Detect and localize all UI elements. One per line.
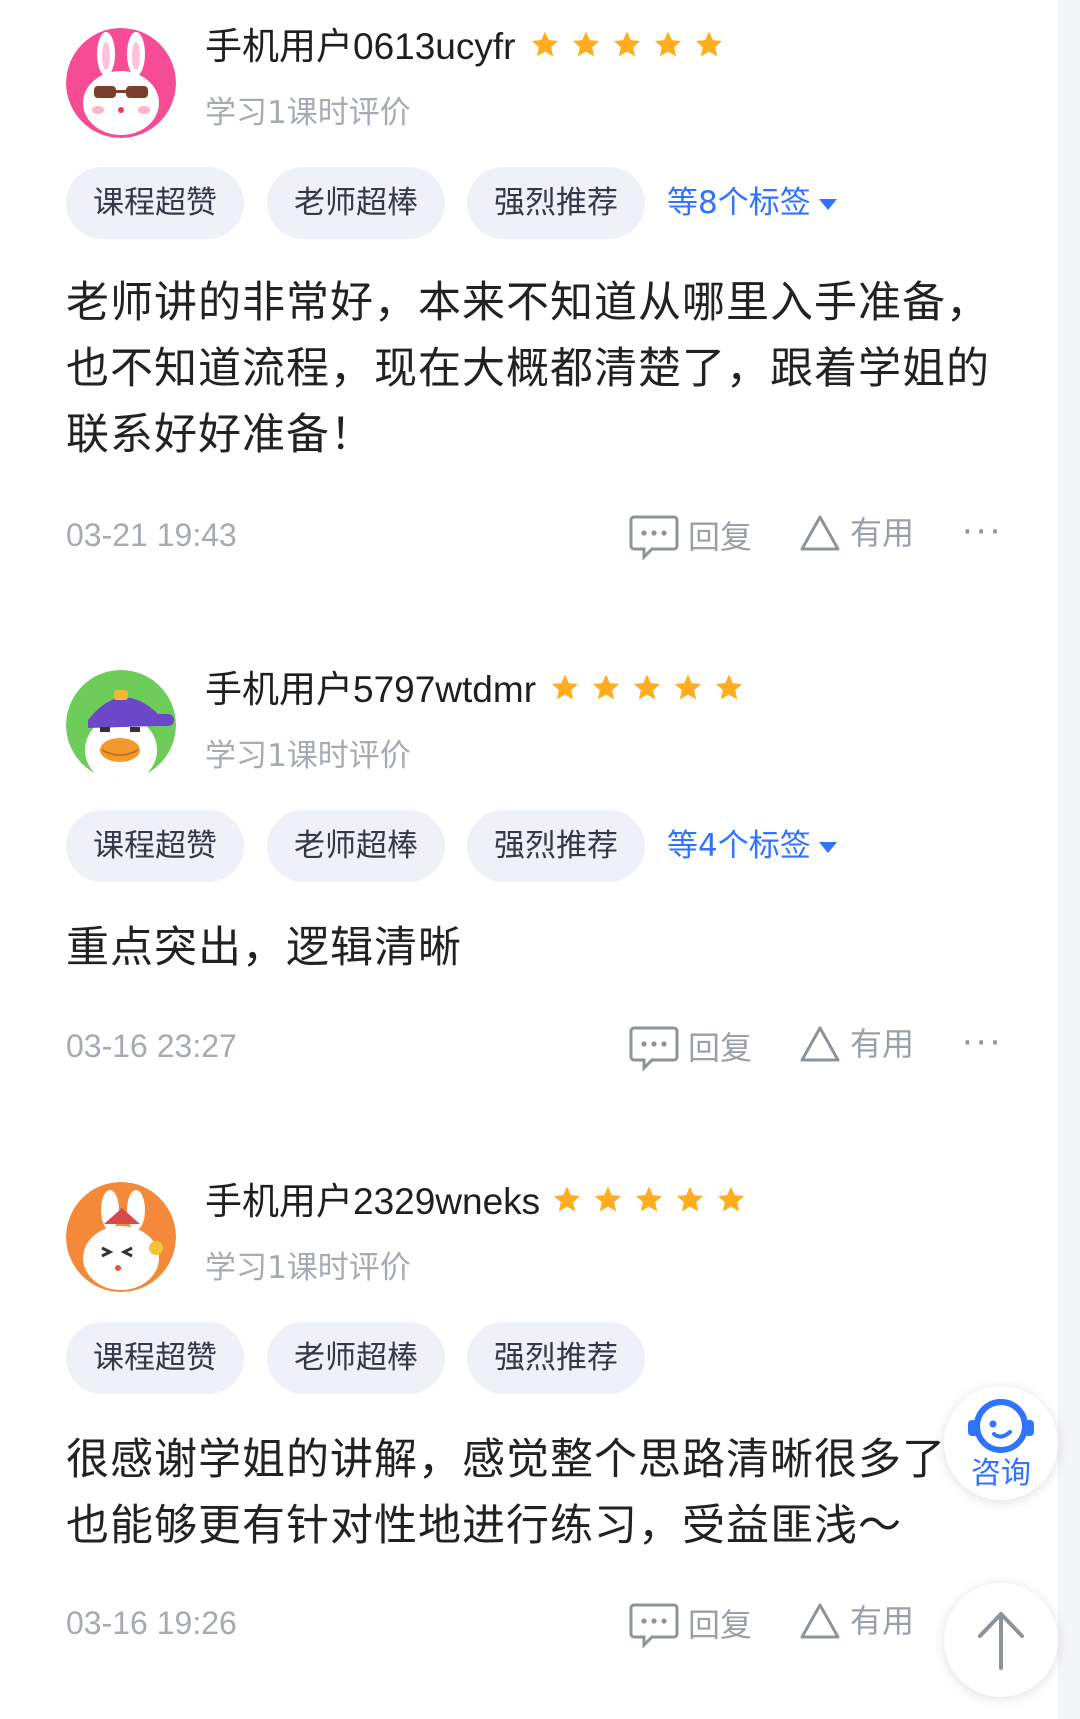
page-edge bbox=[1058, 0, 1080, 1719]
star-rating bbox=[551, 1184, 747, 1216]
more-tags-toggle[interactable]: 等4个标签 bbox=[667, 810, 837, 882]
review-subtitle: 学习1课时评价 bbox=[205, 1250, 411, 1286]
pink-bunny-avatar-icon bbox=[66, 28, 176, 138]
tag-chip[interactable]: 课程超赞 bbox=[66, 1322, 244, 1394]
review-time: 03-21 19:43 bbox=[66, 517, 237, 553]
more-tags-label: 等8个标签 bbox=[667, 185, 811, 221]
star-icon bbox=[715, 674, 743, 700]
review-text: 很感谢学姐的讲解，感觉整个思路清晰很多了也能够更有针对性地进行练习，受益匪浅～ bbox=[66, 1435, 946, 1551]
orange-bunny-avatar-icon bbox=[66, 1182, 176, 1292]
star-icon bbox=[594, 1186, 622, 1212]
star-icon bbox=[676, 1186, 704, 1212]
more-tags-label: 等4个标签 bbox=[667, 828, 811, 864]
review-time: 03-16 19:26 bbox=[66, 1605, 237, 1641]
star-icon bbox=[613, 31, 641, 57]
arrow-up-icon bbox=[978, 1612, 1024, 1670]
useful-button[interactable]: 有用 bbox=[798, 1024, 914, 1064]
back-to-top-button[interactable] bbox=[944, 1583, 1058, 1697]
review-subtitle: 学习1课时评价 bbox=[205, 738, 411, 774]
caret-down-icon bbox=[818, 199, 837, 210]
comment-icon bbox=[629, 1603, 679, 1649]
tag-chip[interactable]: 课程超赞 bbox=[66, 167, 244, 239]
more-options-button[interactable]: ··· bbox=[962, 1023, 1003, 1063]
star-icon bbox=[635, 1186, 663, 1212]
triangle-up-icon bbox=[800, 1026, 840, 1062]
useful-button[interactable]: 有用 bbox=[798, 513, 914, 553]
useful-label: 有用 bbox=[850, 1602, 915, 1640]
username: 手机用户2329wneks bbox=[205, 1181, 541, 1222]
more-options-button[interactable]: ··· bbox=[962, 512, 1003, 552]
useful-label: 有用 bbox=[850, 1025, 915, 1063]
triangle-up-icon bbox=[800, 515, 840, 551]
star-rating bbox=[529, 29, 725, 61]
caret-down-icon bbox=[818, 842, 837, 853]
useful-button[interactable]: 有用 bbox=[798, 1601, 914, 1641]
review-text: 重点突出，逻辑清晰 bbox=[66, 923, 462, 973]
more-tags-toggle[interactable]: 等8个标签 bbox=[667, 167, 837, 239]
comment-icon bbox=[629, 515, 679, 561]
tag-chip[interactable]: 课程超赞 bbox=[66, 810, 244, 882]
review-subtitle: 学习1课时评价 bbox=[205, 95, 411, 131]
tag-chip[interactable]: 老师超棒 bbox=[267, 1322, 445, 1394]
star-icon bbox=[592, 674, 620, 700]
tag-chip[interactable]: 老师超棒 bbox=[267, 810, 445, 882]
star-icon bbox=[695, 31, 723, 57]
star-icon bbox=[572, 31, 600, 57]
comment-icon bbox=[629, 1026, 679, 1072]
star-icon bbox=[553, 1186, 581, 1212]
star-icon bbox=[674, 674, 702, 700]
star-icon bbox=[551, 674, 579, 700]
username: 手机用户0613ucyfr bbox=[205, 26, 516, 67]
triangle-up-icon bbox=[800, 1603, 840, 1639]
reply-button[interactable]: 回复 bbox=[628, 513, 752, 561]
user-avatar[interactable] bbox=[66, 670, 176, 780]
reply-label: 回复 bbox=[688, 518, 753, 556]
star-rating bbox=[549, 672, 745, 704]
tag-chip[interactable]: 强烈推荐 bbox=[467, 1322, 645, 1394]
star-icon bbox=[654, 31, 682, 57]
tag-chip[interactable]: 强烈推荐 bbox=[467, 810, 645, 882]
reply-label: 回复 bbox=[688, 1606, 753, 1644]
star-icon bbox=[717, 1186, 745, 1212]
user-avatar[interactable] bbox=[66, 28, 176, 138]
review-text: 老师讲的非常好，本来不知道从哪里入手准备，也不知道流程，现在大概都清楚了，跟着学… bbox=[66, 278, 990, 460]
green-duck-avatar-icon bbox=[66, 670, 176, 780]
customer-service-icon bbox=[968, 1399, 1034, 1453]
useful-label: 有用 bbox=[850, 514, 915, 552]
reply-label: 回复 bbox=[688, 1029, 753, 1067]
consult-button[interactable]: 咨询 bbox=[944, 1386, 1058, 1500]
user-avatar[interactable] bbox=[66, 1182, 176, 1292]
star-icon bbox=[531, 31, 559, 57]
username: 手机用户5797wtdmr bbox=[205, 669, 537, 710]
tag-chip[interactable]: 强烈推荐 bbox=[467, 167, 645, 239]
review-time: 03-16 23:27 bbox=[66, 1028, 237, 1064]
reply-button[interactable]: 回复 bbox=[628, 1024, 752, 1072]
tag-chip[interactable]: 老师超棒 bbox=[267, 167, 445, 239]
consult-label: 咨询 bbox=[971, 1456, 1031, 1491]
star-icon bbox=[633, 674, 661, 700]
reply-button[interactable]: 回复 bbox=[628, 1601, 752, 1649]
